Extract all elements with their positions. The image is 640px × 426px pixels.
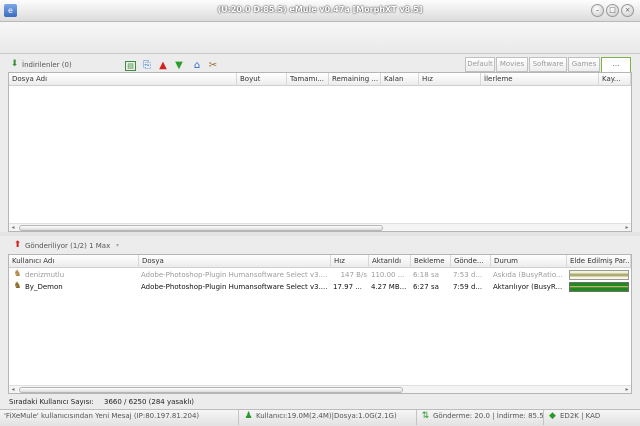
status-transfer: Gönderme: 20.0 | İndirme: 85.5	[433, 412, 544, 420]
row-parts-progress	[569, 282, 629, 292]
row-speed: 147 B/s	[340, 271, 367, 279]
paste-link-icon[interactable]: ⎘	[141, 60, 153, 72]
view-toggle-icon[interactable]: ▤	[125, 61, 136, 71]
transfer-icon: ⇅	[421, 411, 430, 421]
scroll-left-arrow-icon[interactable]: ◂	[9, 386, 17, 394]
col-wait[interactable]: Bekleme	[411, 255, 451, 268]
user-client-icon: ♞	[13, 281, 22, 291]
col-obtained-parts[interactable]: Elde Edilmiş Par...	[567, 255, 631, 268]
col-speed[interactable]: Hız	[419, 73, 481, 86]
pane-splitter[interactable]	[0, 232, 640, 236]
col-up-speed[interactable]: Hız	[331, 255, 369, 268]
col-file-name[interactable]: Dosya Adı	[9, 73, 237, 86]
row-user: denizmutlu	[25, 271, 65, 279]
downloads-section-label: İndirilenler (0)	[22, 61, 72, 69]
queue-value: 3660 / 6250 (284 yasaklı)	[104, 398, 195, 406]
col-progress[interactable]: İlerleme	[481, 73, 599, 86]
row-wait: 6:18 sa	[413, 271, 439, 279]
row-speed: 17.97 ...	[333, 283, 362, 291]
scroll-right-arrow-icon[interactable]: ▸	[623, 224, 631, 232]
uploads-section-label: Gönderiliyor (1/2) 1 Max	[25, 242, 111, 250]
downloads-list[interactable]: Dosya Adı Boyut Tamamı... Remaining ... …	[8, 72, 632, 232]
uploads-header-row: Kullanıcı Adı Dosya Hız Aktarıldı Beklem…	[9, 255, 631, 268]
window-title: (U:20.0 D:85.5) eMule v0.47a [MorphXT v8…	[217, 5, 423, 14]
table-row[interactable]: ♞ By_Demon Adobe-Photoshop-Plugin Humans…	[9, 281, 631, 293]
priority-up-icon[interactable]: ▲	[157, 60, 169, 72]
clear-completed-icon[interactable]: ✂	[207, 60, 219, 72]
user-client-icon: ♞	[13, 269, 22, 279]
uploads-dropdown-icon[interactable]: ▾	[112, 240, 123, 251]
scroll-right-arrow-icon[interactable]: ▸	[623, 386, 631, 394]
col-left[interactable]: Kalan	[381, 73, 419, 86]
row-parts-progress	[569, 270, 629, 280]
status-message[interactable]: 'FiXeMule' kullanıcısından Yeni Mesaj (I…	[4, 412, 199, 420]
status-divider	[543, 410, 544, 425]
uploads-icon: ⬆	[13, 240, 22, 250]
col-status[interactable]: Durum	[491, 255, 567, 268]
users-icon: ♟	[244, 411, 253, 421]
minimize-button[interactable]: –	[591, 4, 604, 17]
col-transferred[interactable]: Aktarıldı	[369, 255, 411, 268]
status-users: Kullanıcı:19.0M(2.4M)|Dosya:1.0G(2.1G)	[256, 412, 397, 420]
row-upload-time: 7:59 d...	[453, 283, 483, 291]
downloads-scroll-thumb[interactable]	[19, 225, 383, 231]
col-size[interactable]: Boyut	[237, 73, 287, 86]
col-upload-time[interactable]: Gönde...	[451, 255, 491, 268]
category-tab-games[interactable]: Games	[568, 57, 600, 72]
col-user-name[interactable]: Kullanıcı Adı	[9, 255, 139, 268]
row-status: Aktarılıyor (BusyR...	[493, 283, 563, 291]
row-file: Adobe-Photoshop-Plugin Humansoftware Sel…	[141, 271, 328, 279]
downloads-icon: ⬇	[10, 59, 19, 69]
status-divider	[416, 410, 417, 425]
queue-label: Sıradaki Kullanıcı Sayısı:	[9, 398, 94, 406]
row-transferred: 110.00 ...	[371, 271, 405, 279]
priority-down-icon[interactable]: ▼	[173, 60, 185, 72]
category-tab-movies[interactable]: Movies	[496, 57, 528, 72]
category-tab-more[interactable]: ...	[601, 57, 631, 72]
toolbar	[0, 22, 640, 54]
uploads-scroll-thumb[interactable]	[19, 387, 403, 393]
row-wait: 6:27 sa	[413, 283, 439, 291]
col-completed[interactable]: Tamamı...	[287, 73, 329, 86]
table-row[interactable]: ♞ denizmutlu Adobe-Photoshop-Plugin Huma…	[9, 269, 631, 281]
network-connected-icon: ◆	[549, 411, 556, 421]
downloads-horizontal-scrollbar[interactable]: ◂ ▸	[9, 223, 631, 231]
status-divider	[238, 410, 239, 425]
close-button[interactable]: ×	[621, 4, 634, 17]
row-upload-time: 7:53 d...	[453, 271, 483, 279]
row-file: Adobe-Photoshop-Plugin Humansoftware Sel…	[141, 283, 328, 291]
col-remaining[interactable]: Remaining ...	[329, 73, 381, 86]
maximize-button[interactable]: □	[606, 4, 619, 17]
col-sources[interactable]: Kay...	[599, 73, 631, 86]
uploads-list[interactable]: Kullanıcı Adı Dosya Hız Aktarıldı Beklem…	[8, 254, 632, 394]
category-tab-default[interactable]: Default	[465, 57, 495, 72]
row-status: Askıda (BusyRatio...	[493, 271, 563, 279]
scroll-left-arrow-icon[interactable]: ◂	[9, 224, 17, 232]
uploads-horizontal-scrollbar[interactable]: ◂ ▸	[9, 385, 631, 393]
row-user: By_Demon	[25, 283, 63, 291]
col-file[interactable]: Dosya	[139, 255, 331, 268]
downloads-header-row: Dosya Adı Boyut Tamamı... Remaining ... …	[9, 73, 631, 86]
search-related-icon[interactable]: ⌂	[191, 60, 203, 72]
status-network[interactable]: ED2K | KAD	[560, 412, 600, 420]
row-transferred: 4.27 MB...	[371, 283, 407, 291]
category-tab-software[interactable]: Software	[529, 57, 567, 72]
